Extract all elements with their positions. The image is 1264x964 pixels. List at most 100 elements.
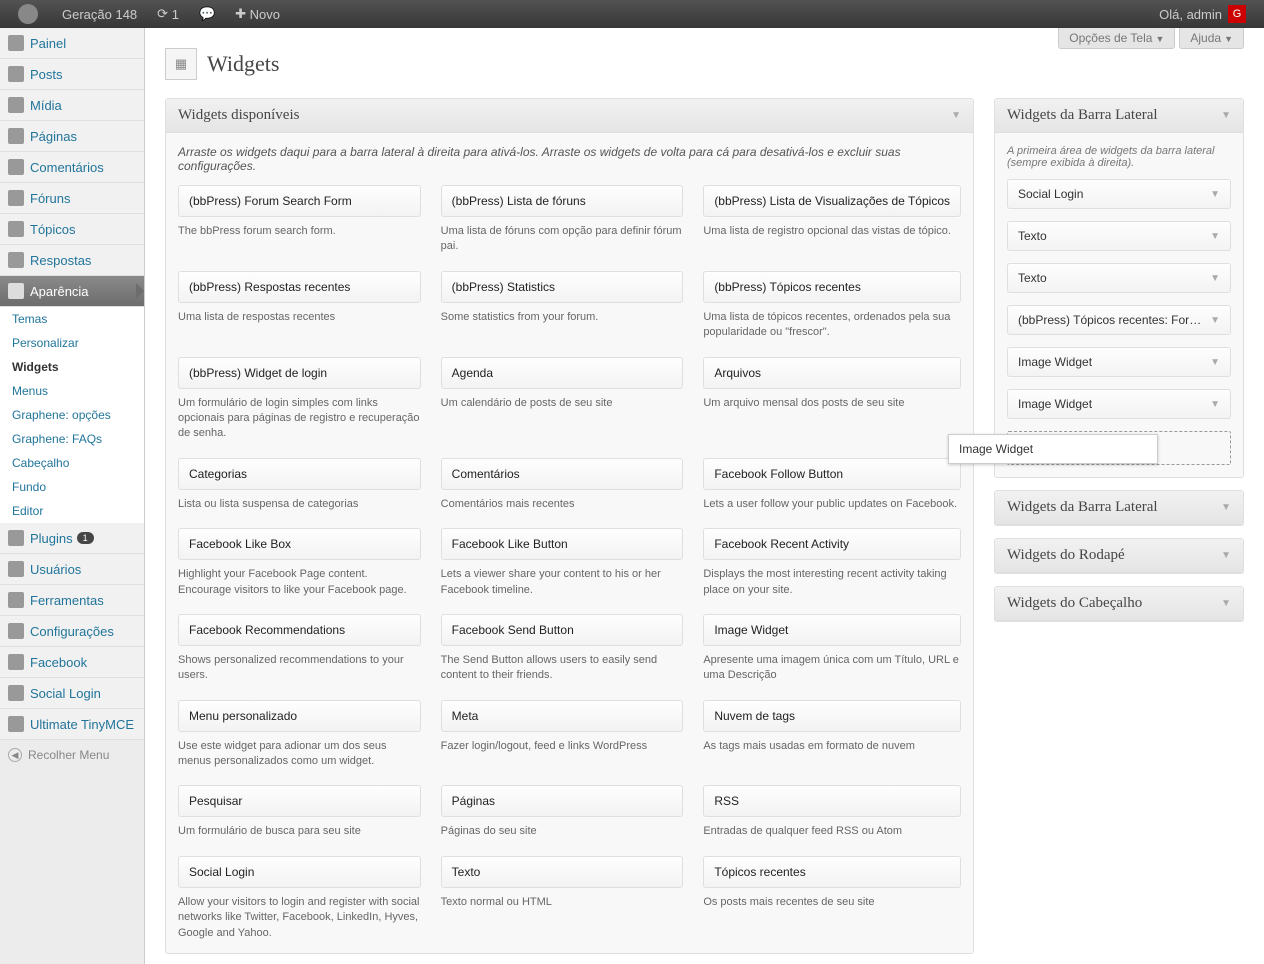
available-widget[interactable]: (bbPress) Statistics bbox=[441, 271, 684, 303]
available-widget[interactable]: Facebook Like Box bbox=[178, 528, 421, 560]
menu-item-pages[interactable]: Páginas bbox=[0, 121, 144, 152]
menu-item-posts[interactable]: Posts bbox=[0, 59, 144, 90]
available-widget[interactable]: Facebook Recent Activity bbox=[703, 528, 961, 560]
available-widget[interactable]: Facebook Follow Button bbox=[703, 458, 961, 490]
available-widget[interactable]: Arquivos bbox=[703, 357, 961, 389]
available-widget[interactable]: (bbPress) Tópicos recentes bbox=[703, 271, 961, 303]
submenu-item[interactable]: Graphene: opções bbox=[0, 403, 144, 427]
menu-label: Comentários bbox=[30, 160, 104, 175]
sidebar-panel: Widgets da Barra Lateral▼ A primeira área… bbox=[994, 98, 1244, 478]
sidebar-panel-title[interactable]: Widgets do Cabeçalho▼ bbox=[995, 587, 1243, 621]
menu-label: Usuários bbox=[30, 562, 81, 577]
menu-label: Plugins bbox=[30, 531, 73, 546]
available-widget[interactable]: Facebook Recommendations bbox=[178, 614, 421, 646]
available-widget[interactable]: Agenda bbox=[441, 357, 684, 389]
available-widget[interactable]: RSS bbox=[703, 785, 961, 817]
submenu-item[interactable]: Personalizar bbox=[0, 331, 144, 355]
widget-description: Um formulário de login simples com links… bbox=[178, 396, 421, 442]
menu-label: Respostas bbox=[30, 253, 91, 268]
available-widget[interactable]: Páginas bbox=[441, 785, 684, 817]
help-button[interactable]: Ajuda▼ bbox=[1179, 28, 1244, 49]
available-widget[interactable]: Comentários bbox=[441, 458, 684, 490]
plugins-icon bbox=[8, 530, 24, 546]
site-name-link[interactable]: Geração 148 bbox=[52, 0, 147, 28]
submenu-item[interactable]: Editor bbox=[0, 499, 144, 523]
menu-item-users[interactable]: Usuários bbox=[0, 554, 144, 585]
submenu-item[interactable]: Graphene: FAQs bbox=[0, 427, 144, 451]
chevron-down-icon: ▼ bbox=[1221, 110, 1231, 121]
submenu-item[interactable]: Cabeçalho bbox=[0, 451, 144, 475]
widget-description: Uma lista de respostas recentes bbox=[178, 310, 421, 325]
sidebar-widget[interactable]: Texto▼ bbox=[1007, 221, 1231, 251]
menu-item-comments[interactable]: Comentários bbox=[0, 152, 144, 183]
submenu-item[interactable]: Menus bbox=[0, 379, 144, 403]
submenu-item[interactable]: Widgets bbox=[0, 355, 144, 379]
menu-item-dashboard[interactable]: Painel bbox=[0, 28, 144, 59]
available-widget[interactable]: Meta bbox=[441, 700, 684, 732]
widget-drop-zone[interactable]: Image Widget bbox=[1007, 431, 1231, 465]
available-widget[interactable]: Image Widget bbox=[703, 614, 961, 646]
dragging-widget[interactable]: Image Widget bbox=[948, 434, 1158, 464]
menu-label: Configurações bbox=[30, 624, 114, 639]
submenu-item[interactable]: Fundo bbox=[0, 475, 144, 499]
users-icon bbox=[8, 561, 24, 577]
menu-label: Social Login bbox=[30, 686, 101, 701]
menu-item-replies[interactable]: Respostas bbox=[0, 245, 144, 276]
sidebar-widget[interactable]: (bbPress) Tópicos recentes: Forum▼ bbox=[1007, 305, 1231, 335]
available-widget[interactable]: (bbPress) Lista de fóruns bbox=[441, 185, 684, 217]
menu-item-plugins[interactable]: Plugins1 bbox=[0, 523, 144, 554]
menu-label: Mídia bbox=[30, 98, 62, 113]
available-widget[interactable]: Categorias bbox=[178, 458, 421, 490]
menu-item-social[interactable]: Social Login bbox=[0, 678, 144, 709]
menu-label: Aparência bbox=[30, 284, 89, 299]
menu-item-tools[interactable]: Ferramentas bbox=[0, 585, 144, 616]
available-widget[interactable]: Facebook Like Button bbox=[441, 528, 684, 560]
updates-link[interactable]: ⟳ 1 bbox=[147, 0, 189, 28]
available-widget[interactable]: (bbPress) Forum Search Form bbox=[178, 185, 421, 217]
widget-description: Some statistics from your forum. bbox=[441, 310, 684, 325]
available-widgets-title[interactable]: Widgets disponíveis ▼ bbox=[166, 99, 973, 133]
menu-label: Tópicos bbox=[30, 222, 76, 237]
sidebar-panel-title[interactable]: Widgets da Barra Lateral▼ bbox=[995, 99, 1243, 133]
social-icon bbox=[8, 685, 24, 701]
sidebar-panel-title[interactable]: Widgets do Rodapé▼ bbox=[995, 539, 1243, 573]
admin-toolbar: Geração 148 ⟳ 1 💬 ✚ Novo Olá, admin G bbox=[0, 0, 1264, 28]
available-widget[interactable]: Social Login bbox=[178, 856, 421, 888]
sidebar-widget[interactable]: Texto▼ bbox=[1007, 263, 1231, 293]
chevron-down-icon: ▼ bbox=[1210, 273, 1220, 284]
available-widget[interactable]: (bbPress) Lista de Visualizações de Tópi… bbox=[703, 185, 961, 217]
menu-item-appearance[interactable]: Aparência bbox=[0, 276, 144, 307]
menu-item-media[interactable]: Mídia bbox=[0, 90, 144, 121]
sidebar-panel-title[interactable]: Widgets da Barra Lateral▼ bbox=[995, 491, 1243, 525]
available-widget[interactable]: (bbPress) Respostas recentes bbox=[178, 271, 421, 303]
screen-options-button[interactable]: Opções de Tela▼ bbox=[1058, 28, 1175, 49]
menu-item-facebook[interactable]: Facebook bbox=[0, 647, 144, 678]
widget-description: As tags mais usadas em formato de nuvem bbox=[703, 739, 961, 754]
sidebar-widget[interactable]: Image Widget▼ bbox=[1007, 389, 1231, 419]
menu-item-tinymce[interactable]: Ultimate TinyMCE bbox=[0, 709, 144, 740]
available-widget[interactable]: Texto bbox=[441, 856, 684, 888]
wp-logo[interactable] bbox=[8, 0, 52, 28]
available-widget[interactable]: Nuvem de tags bbox=[703, 700, 961, 732]
menu-item-settings[interactable]: Configurações bbox=[0, 616, 144, 647]
facebook-icon bbox=[8, 654, 24, 670]
available-widget[interactable]: Menu personalizado bbox=[178, 700, 421, 732]
available-widget[interactable]: Facebook Send Button bbox=[441, 614, 684, 646]
new-content[interactable]: ✚ Novo bbox=[225, 0, 290, 28]
widget-description: Comentários mais recentes bbox=[441, 497, 684, 512]
sidebar-widget[interactable]: Image Widget▼ bbox=[1007, 347, 1231, 377]
available-widget[interactable]: Tópicos recentes bbox=[703, 856, 961, 888]
sidebar-description: A primeira área de widgets da barra late… bbox=[1007, 145, 1231, 179]
update-icon: ⟳ bbox=[157, 6, 168, 22]
comments-icon bbox=[8, 159, 24, 175]
comments-link[interactable]: 💬 bbox=[189, 0, 225, 28]
my-account[interactable]: Olá, admin G bbox=[1149, 0, 1256, 28]
submenu-item[interactable]: Temas bbox=[0, 307, 144, 331]
menu-item-topics[interactable]: Tópicos bbox=[0, 214, 144, 245]
sidebar-widget[interactable]: Social Login▼ bbox=[1007, 179, 1231, 209]
widget-description: Highlight your Facebook Page content. En… bbox=[178, 567, 421, 598]
available-widget[interactable]: Pesquisar bbox=[178, 785, 421, 817]
collapse-menu[interactable]: ◀Recolher Menu bbox=[0, 740, 144, 770]
menu-item-forums[interactable]: Fóruns bbox=[0, 183, 144, 214]
available-widget[interactable]: (bbPress) Widget de login bbox=[178, 357, 421, 389]
